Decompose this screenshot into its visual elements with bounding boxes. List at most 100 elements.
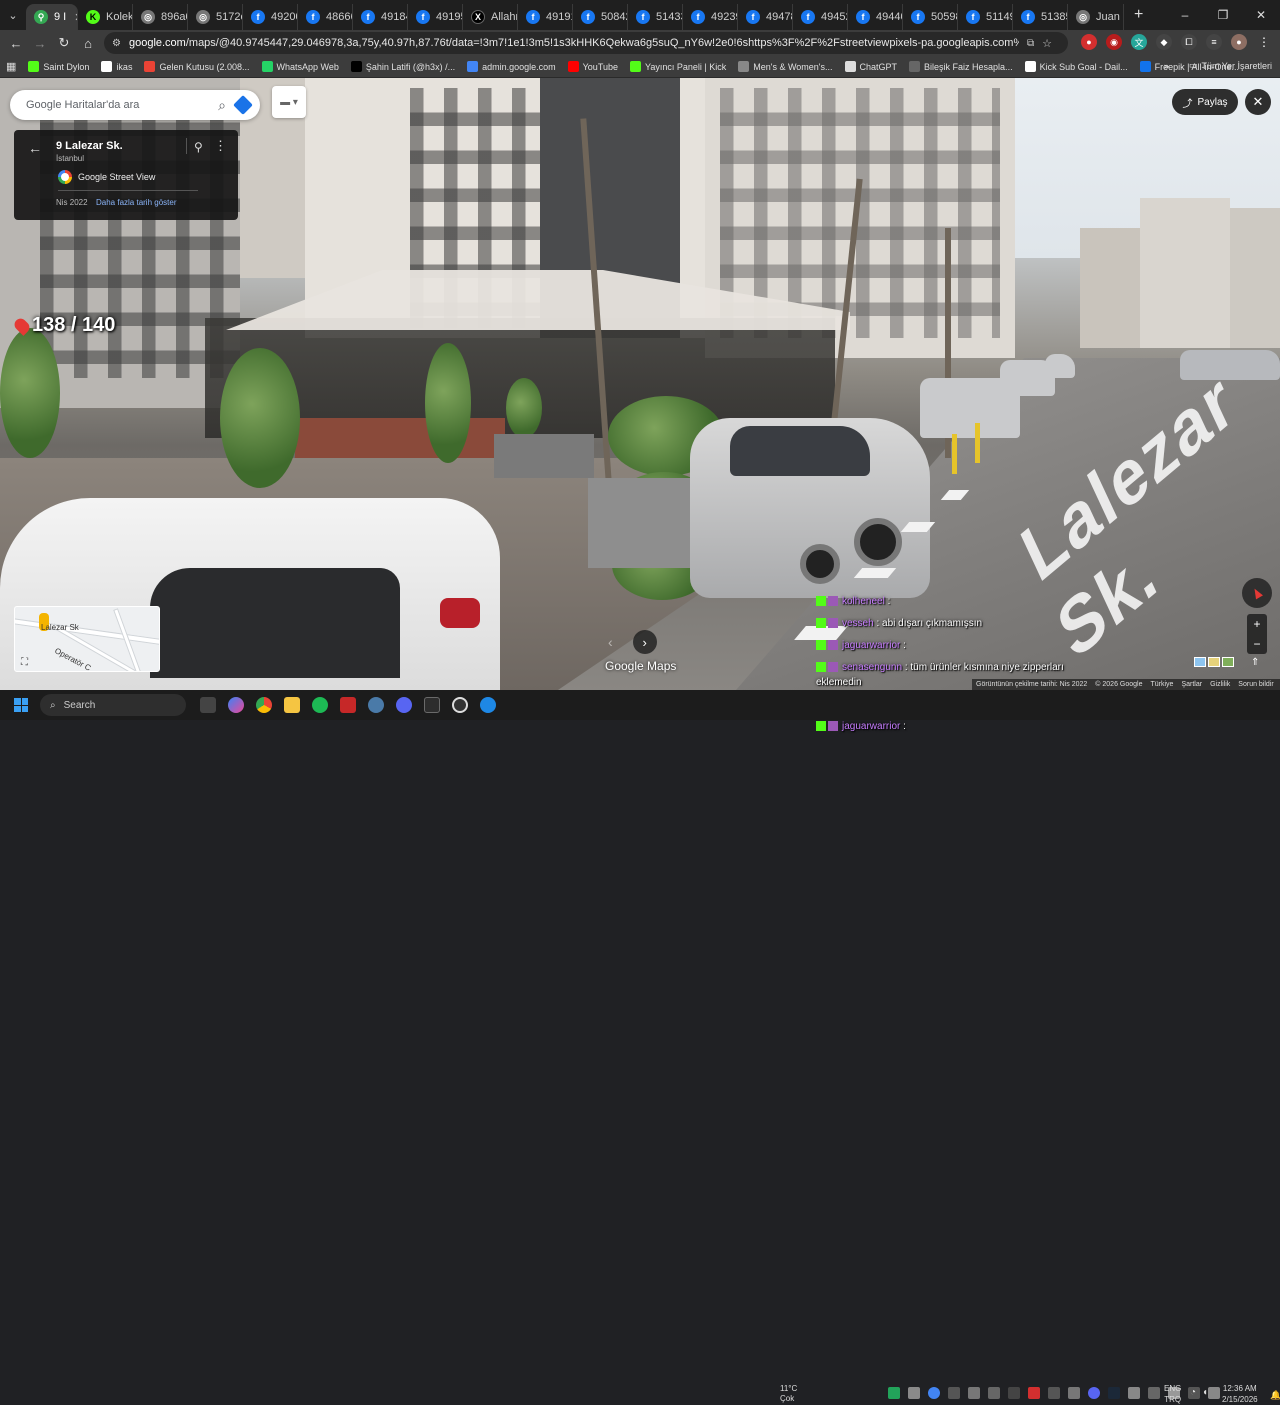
new-tab-button[interactable]: + bbox=[1134, 6, 1143, 24]
weather-widget[interactable]: 11°C Çok bbox=[780, 1384, 797, 1404]
bookmark-item[interactable]: Men's & Women's... bbox=[738, 61, 833, 72]
bookmark-item[interactable]: Gelen Kutusu (2.008... bbox=[144, 61, 250, 72]
map-type-thumbnails[interactable] bbox=[1194, 657, 1234, 667]
tray-app-icon[interactable] bbox=[948, 1387, 960, 1399]
task-view-icon[interactable] bbox=[200, 697, 216, 713]
obs-icon[interactable] bbox=[452, 697, 468, 713]
browser-tab[interactable]: f 50598 bbox=[903, 4, 958, 30]
tray-app-icon[interactable] bbox=[1108, 1387, 1120, 1399]
tray-app-icon[interactable] bbox=[1088, 1387, 1100, 1399]
window-close-button[interactable]: ✕ bbox=[1242, 8, 1280, 22]
search-icon[interactable]: ⌕ bbox=[208, 97, 236, 114]
bookmark-item[interactable]: Saint Dylon bbox=[28, 61, 89, 72]
discord-icon[interactable] bbox=[396, 697, 412, 713]
tray-app-icon[interactable] bbox=[1048, 1387, 1060, 1399]
zoom-in-button[interactable]: + bbox=[1253, 617, 1260, 631]
tray-app-icon[interactable] bbox=[908, 1387, 920, 1399]
bookmark-item[interactable]: admin.google.com bbox=[467, 61, 556, 72]
more-dates-link[interactable]: Daha fazla tarih göster bbox=[96, 198, 177, 207]
layers-button[interactable]: ▬ ▾ bbox=[272, 86, 306, 118]
vpn-icon[interactable] bbox=[368, 697, 384, 713]
spotify-icon[interactable] bbox=[312, 697, 328, 713]
maps-search-box[interactable]: Google Haritalar'da ara ⌕ bbox=[10, 90, 260, 120]
reload-icon[interactable]: ↻ bbox=[52, 35, 76, 51]
bookmark-item[interactable]: Şahin Latifi (@h3x) /... bbox=[350, 61, 455, 72]
system-icons[interactable]: ◔ ◖ bbox=[1190, 1387, 1208, 1398]
bookmark-item[interactable]: YouTube bbox=[567, 61, 618, 72]
browser-tab[interactable]: f 49184 bbox=[353, 4, 408, 30]
tray-app-icon[interactable] bbox=[1008, 1387, 1020, 1399]
browser-tab[interactable]: f 48666 bbox=[298, 4, 353, 30]
back-icon[interactable]: ← bbox=[4, 36, 28, 51]
browser-tab[interactable]: f 51385 bbox=[1013, 4, 1068, 30]
bookmark-item[interactable]: ChatGPT bbox=[844, 61, 897, 72]
prev-pano-icon[interactable]: ‹ bbox=[608, 634, 613, 650]
tray-app-icon[interactable] bbox=[888, 1387, 900, 1399]
fullscreen-icon[interactable]: ⛶ bbox=[21, 657, 28, 668]
extension-red-icon[interactable]: ● bbox=[1081, 34, 1097, 50]
bookmark-item[interactable]: WhatsApp Web bbox=[261, 61, 339, 72]
bookmark-item[interactable]: Bileşik Faiz Hesapla... bbox=[909, 61, 1013, 72]
browser-tab[interactable]: ◎ 5172e bbox=[188, 4, 243, 30]
browser-menu-icon[interactable]: ⋮ bbox=[1256, 34, 1272, 50]
bookmarks-overflow-icon[interactable]: » bbox=[1164, 61, 1169, 71]
next-pano-icon[interactable]: › bbox=[632, 630, 657, 654]
extension-translate-icon[interactable]: 文 bbox=[1131, 34, 1147, 50]
bookmark-item[interactable]: Kick Sub Goal - Dail... bbox=[1024, 61, 1128, 72]
apps-grid-icon[interactable]: ▦ bbox=[6, 60, 16, 73]
browser-tab[interactable]: f 49191 bbox=[518, 4, 573, 30]
windows-start-icon[interactable] bbox=[14, 698, 28, 712]
browser-tab[interactable]: f 49478 bbox=[738, 4, 793, 30]
directions-icon[interactable] bbox=[233, 95, 253, 115]
language-indicator[interactable]: ENG TRQ bbox=[1164, 1383, 1181, 1405]
extensions-puzzle-icon[interactable]: ⧠ bbox=[1181, 34, 1197, 50]
tray-app-icon[interactable] bbox=[1128, 1387, 1140, 1399]
back-arrow-icon[interactable]: ← bbox=[28, 140, 42, 156]
browser-tab[interactable]: f 49440 bbox=[848, 4, 903, 30]
share-button[interactable]: ⤴ Paylaş bbox=[1172, 89, 1238, 115]
chrome-icon[interactable] bbox=[256, 697, 272, 713]
tray-app-icon[interactable] bbox=[1028, 1387, 1040, 1399]
forward-icon[interactable]: → bbox=[28, 36, 52, 51]
tray-app-icon[interactable] bbox=[1068, 1387, 1080, 1399]
bookmark-item[interactable]: ikas bbox=[101, 61, 132, 72]
profile-avatar[interactable]: ● bbox=[1231, 34, 1247, 50]
browser-tab[interactable]: ◎ 896a0 bbox=[133, 4, 188, 30]
taskbar-search[interactable]: ⌕ Search bbox=[40, 694, 186, 716]
browser-tab[interactable]: f 49195 bbox=[408, 4, 463, 30]
browser-tab[interactable]: f 49200 bbox=[243, 4, 298, 30]
bookmark-star-icon[interactable]: ☆ bbox=[1042, 37, 1052, 50]
browser-tab[interactable]: ◎ Juan V bbox=[1068, 4, 1124, 30]
tray-app-icon[interactable] bbox=[928, 1387, 940, 1399]
notification-bell-icon[interactable]: 🔔 bbox=[1270, 1390, 1280, 1401]
browser-tab[interactable]: f 49452 bbox=[793, 4, 848, 30]
close-street-view-button[interactable]: ✕ bbox=[1245, 89, 1271, 115]
browser-tab[interactable]: f 49239 bbox=[683, 4, 738, 30]
address-bar[interactable]: ⚙ google.com/maps/@40.9745447,29.046978,… bbox=[104, 32, 1068, 54]
tray-app-icon[interactable] bbox=[1148, 1387, 1160, 1399]
more-options-icon[interactable]: ⋮ bbox=[214, 138, 227, 154]
copilot-icon[interactable] bbox=[228, 697, 244, 713]
file-explorer-icon[interactable] bbox=[284, 697, 300, 713]
compass-icon[interactable] bbox=[1242, 578, 1272, 608]
restore-button[interactable]: ❐ bbox=[1204, 8, 1242, 22]
browser-tab[interactable]: ⚲9 I✕ bbox=[26, 4, 78, 30]
tab-search-icon[interactable]: ⌄ bbox=[0, 9, 26, 22]
minimap[interactable]: Lalezar Sk Operatör C ⛶ bbox=[14, 606, 160, 672]
clock[interactable]: 12:36 AM 2/15/2026 bbox=[1222, 1383, 1258, 1405]
browser-tab[interactable]: f 51149 bbox=[958, 4, 1013, 30]
minimize-button[interactable]: – bbox=[1166, 8, 1204, 22]
media-controls-icon[interactable]: ≡ bbox=[1206, 34, 1222, 50]
attribution-item[interactable]: Gizlilik bbox=[1210, 681, 1230, 688]
app-red-icon[interactable] bbox=[340, 697, 356, 713]
tray-app-icon[interactable] bbox=[988, 1387, 1000, 1399]
terminal-icon[interactable] bbox=[424, 697, 440, 713]
browser-tab[interactable]: f 50842 bbox=[573, 4, 628, 30]
search-input[interactable]: Google Haritalar'da ara bbox=[26, 99, 208, 111]
all-bookmarks-link[interactable]: Tüm Yer İşaretleri bbox=[1201, 61, 1272, 71]
install-icon[interactable]: ⧉ bbox=[1027, 38, 1034, 49]
browser-tab[interactable]: K Koleks bbox=[78, 4, 133, 30]
browser-tab[interactable]: f 51433 bbox=[628, 4, 683, 30]
bookmark-item[interactable]: Yayıncı Paneli | Kick bbox=[630, 61, 726, 72]
extension-record-icon[interactable]: ◉ bbox=[1106, 34, 1122, 50]
